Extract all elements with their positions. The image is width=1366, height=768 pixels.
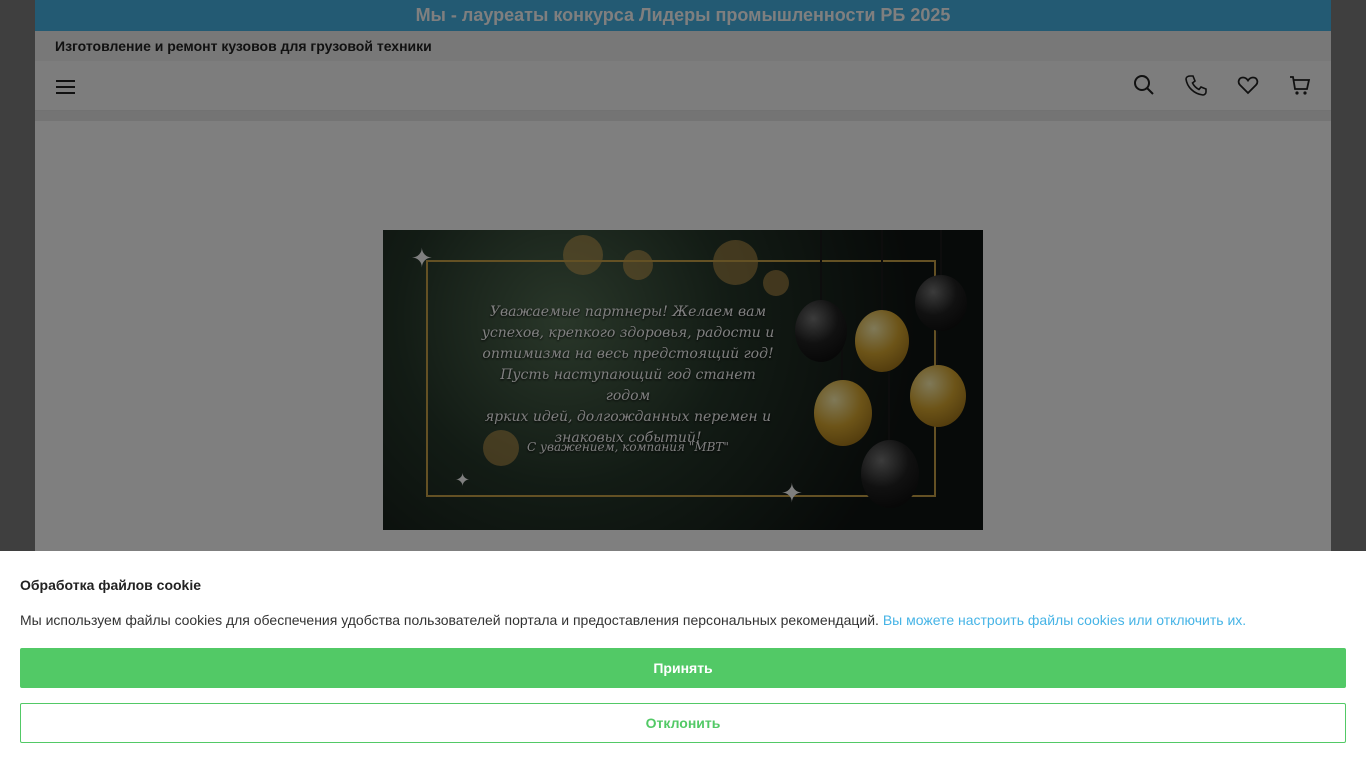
cookie-text: Мы используем файлы cookies для обеспече…	[20, 612, 879, 628]
cookie-description: Мы используем файлы cookies для обеспече…	[20, 612, 1246, 628]
cookie-title: Обработка файлов cookie	[20, 577, 202, 593]
cookie-consent-panel: Обработка файлов cookie Мы используем фа…	[0, 551, 1366, 768]
cookie-settings-link[interactable]: Вы можете настроить файлы cookies или от…	[883, 612, 1246, 628]
decline-button[interactable]: Отклонить	[20, 703, 1346, 743]
accept-button[interactable]: Принять	[20, 648, 1346, 688]
